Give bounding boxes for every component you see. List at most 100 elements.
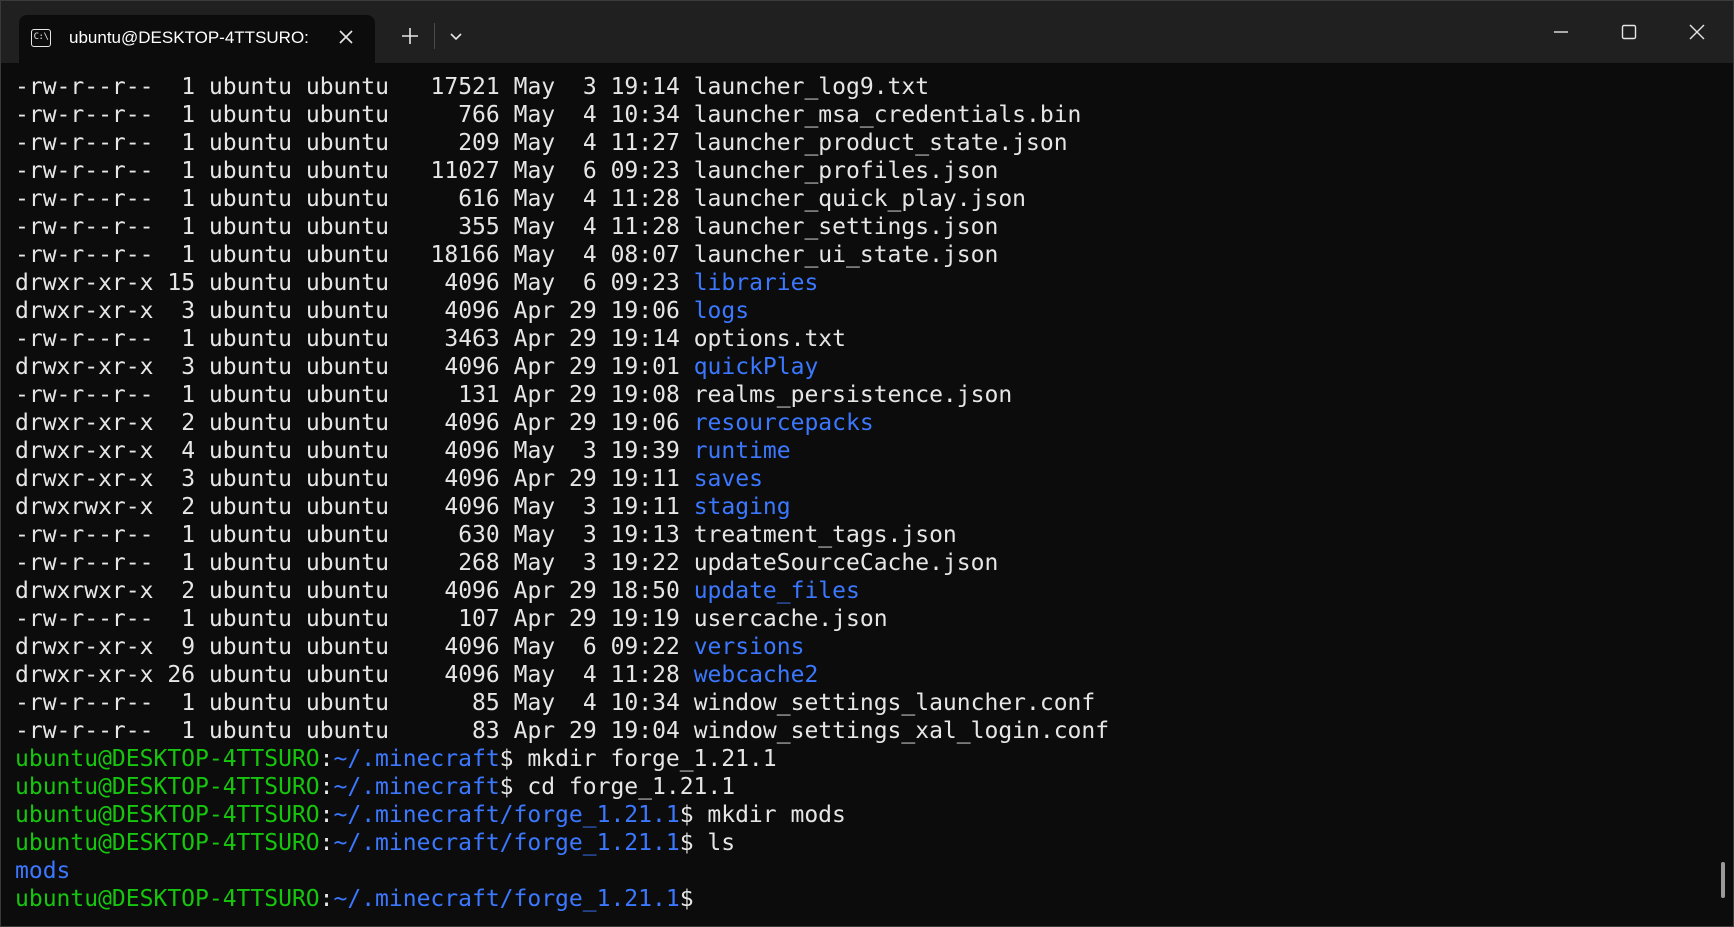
directory-name: quickPlay xyxy=(693,354,819,380)
file-group: ubuntu xyxy=(305,130,389,156)
file-link-count: 15 xyxy=(167,270,196,296)
file-size: 4096 xyxy=(402,438,500,464)
file-month: May xyxy=(513,634,556,660)
file-month: May xyxy=(513,242,556,268)
new-tab-button[interactable] xyxy=(393,19,427,53)
terminal-output[interactable]: -rw-r--r-- 1 ubuntu ubuntu 17521 May 3 1… xyxy=(15,73,1715,918)
directory-name: runtime xyxy=(693,438,791,464)
file-link-count: 1 xyxy=(167,522,196,548)
file-group: ubuntu xyxy=(305,298,389,324)
file-permissions: -rw-r--r-- xyxy=(15,186,154,212)
file-link-count: 2 xyxy=(167,578,196,604)
file-owner: ubuntu xyxy=(208,270,292,296)
tab-dropdown-button[interactable] xyxy=(439,19,473,53)
file-day: 4 xyxy=(569,662,597,688)
file-size: 4096 xyxy=(402,578,500,604)
listing-row: -rw-r--r-- 1 ubuntu ubuntu 83 Apr 29 19:… xyxy=(15,717,1715,745)
file-size: 268 xyxy=(402,550,500,576)
file-link-count: 1 xyxy=(167,186,196,212)
command-text: ls xyxy=(707,830,736,856)
prompt-path: ~/.minecraft/forge_1.21.1 xyxy=(333,830,680,856)
prompt-user: ubuntu@DESKTOP-4TTSURO xyxy=(15,802,320,828)
file-name: window_settings_launcher.conf xyxy=(693,690,1096,716)
listing-row: -rw-r--r-- 1 ubuntu ubuntu 630 May 3 19:… xyxy=(15,521,1715,549)
file-month: May xyxy=(513,186,556,212)
listing-row: -rw-r--r-- 1 ubuntu ubuntu 11027 May 6 0… xyxy=(15,157,1715,185)
file-link-count: 1 xyxy=(167,130,196,156)
file-owner: ubuntu xyxy=(208,550,292,576)
prompt-line: ubuntu@DESKTOP-4TTSURO:~/.minecraft$ cd … xyxy=(15,773,1715,801)
listing-row: -rw-r--r-- 1 ubuntu ubuntu 268 May 3 19:… xyxy=(15,549,1715,577)
file-group: ubuntu xyxy=(305,102,389,128)
prompt-separator: : xyxy=(319,886,334,912)
prompt-symbol: $ xyxy=(679,886,708,912)
file-size: 630 xyxy=(402,522,500,548)
file-name: launcher_ui_state.json xyxy=(693,242,999,268)
file-day: 29 xyxy=(569,466,597,492)
file-time: 19:04 xyxy=(610,718,680,744)
command-text: cd forge_1.21.1 xyxy=(527,774,736,800)
file-size: 3463 xyxy=(402,326,500,352)
file-time: 11:28 xyxy=(610,186,680,212)
file-permissions: -rw-r--r-- xyxy=(15,242,154,268)
listing-row: drwxr-xr-x 3 ubuntu ubuntu 4096 Apr 29 1… xyxy=(15,465,1715,493)
file-time: 11:27 xyxy=(610,130,680,156)
file-owner: ubuntu xyxy=(208,466,292,492)
file-group: ubuntu xyxy=(305,578,389,604)
file-group: ubuntu xyxy=(305,326,389,352)
file-owner: ubuntu xyxy=(208,326,292,352)
file-group: ubuntu xyxy=(305,354,389,380)
file-time: 09:23 xyxy=(610,158,680,184)
file-size: 355 xyxy=(402,214,500,240)
listing-row: drwxr-xr-x 9 ubuntu ubuntu 4096 May 6 09… xyxy=(15,633,1715,661)
file-month: May xyxy=(513,158,556,184)
file-permissions: -rw-r--r-- xyxy=(15,74,154,100)
file-group: ubuntu xyxy=(305,242,389,268)
file-size: 4096 xyxy=(402,270,500,296)
close-tab-button[interactable] xyxy=(333,24,359,50)
prompt-line: ubuntu@DESKTOP-4TTSURO:~/.minecraft/forg… xyxy=(15,801,1715,829)
listing-row: -rw-r--r-- 1 ubuntu ubuntu 131 Apr 29 19… xyxy=(15,381,1715,409)
prompt-path: ~/.minecraft xyxy=(333,774,500,800)
file-time: 09:23 xyxy=(610,270,680,296)
file-month: Apr xyxy=(513,578,556,604)
file-day: 29 xyxy=(569,298,597,324)
file-month: May xyxy=(513,438,556,464)
directory-name: resourcepacks xyxy=(693,410,874,436)
prompt-separator: : xyxy=(319,774,334,800)
file-permissions: -rw-r--r-- xyxy=(15,718,154,744)
plus-icon xyxy=(402,28,418,44)
file-month: Apr xyxy=(513,298,556,324)
file-size: 4096 xyxy=(402,634,500,660)
file-size: 4096 xyxy=(402,410,500,436)
file-group: ubuntu xyxy=(305,522,389,548)
file-permissions: -rw-r--r-- xyxy=(15,690,154,716)
file-size: 4096 xyxy=(402,662,500,688)
file-size: 17521 xyxy=(402,74,500,100)
minimize-button[interactable] xyxy=(1527,1,1595,63)
maximize-icon xyxy=(1621,24,1637,40)
file-day: 3 xyxy=(569,74,597,100)
file-owner: ubuntu xyxy=(208,662,292,688)
file-name: launcher_quick_play.json xyxy=(693,186,1027,212)
file-time: 19:01 xyxy=(610,354,680,380)
listing-row: drwxrwxr-x 2 ubuntu ubuntu 4096 Apr 29 1… xyxy=(15,577,1715,605)
file-month: May xyxy=(513,102,556,128)
file-group: ubuntu xyxy=(305,662,389,688)
tab-terminal[interactable]: C:\ ubuntu@DESKTOP-4TTSURO: xyxy=(19,15,375,63)
file-day: 4 xyxy=(569,130,597,156)
file-link-count: 1 xyxy=(167,718,196,744)
file-name: launcher_settings.json xyxy=(693,214,999,240)
file-permissions: drwxr-xr-x xyxy=(15,466,154,492)
listing-row: -rw-r--r-- 1 ubuntu ubuntu 107 Apr 29 19… xyxy=(15,605,1715,633)
listing-row: -rw-r--r-- 1 ubuntu ubuntu 616 May 4 11:… xyxy=(15,185,1715,213)
file-permissions: -rw-r--r-- xyxy=(15,102,154,128)
file-link-count: 4 xyxy=(167,438,196,464)
file-time: 08:07 xyxy=(610,242,680,268)
title-bar[interactable]: C:\ ubuntu@DESKTOP-4TTSURO: xyxy=(1,1,1733,63)
close-window-button[interactable] xyxy=(1663,1,1731,63)
file-name: launcher_product_state.json xyxy=(693,130,1068,156)
maximize-button[interactable] xyxy=(1595,1,1663,63)
file-permissions: drwxrwxr-x xyxy=(15,578,154,604)
scrollbar[interactable] xyxy=(1721,862,1725,898)
